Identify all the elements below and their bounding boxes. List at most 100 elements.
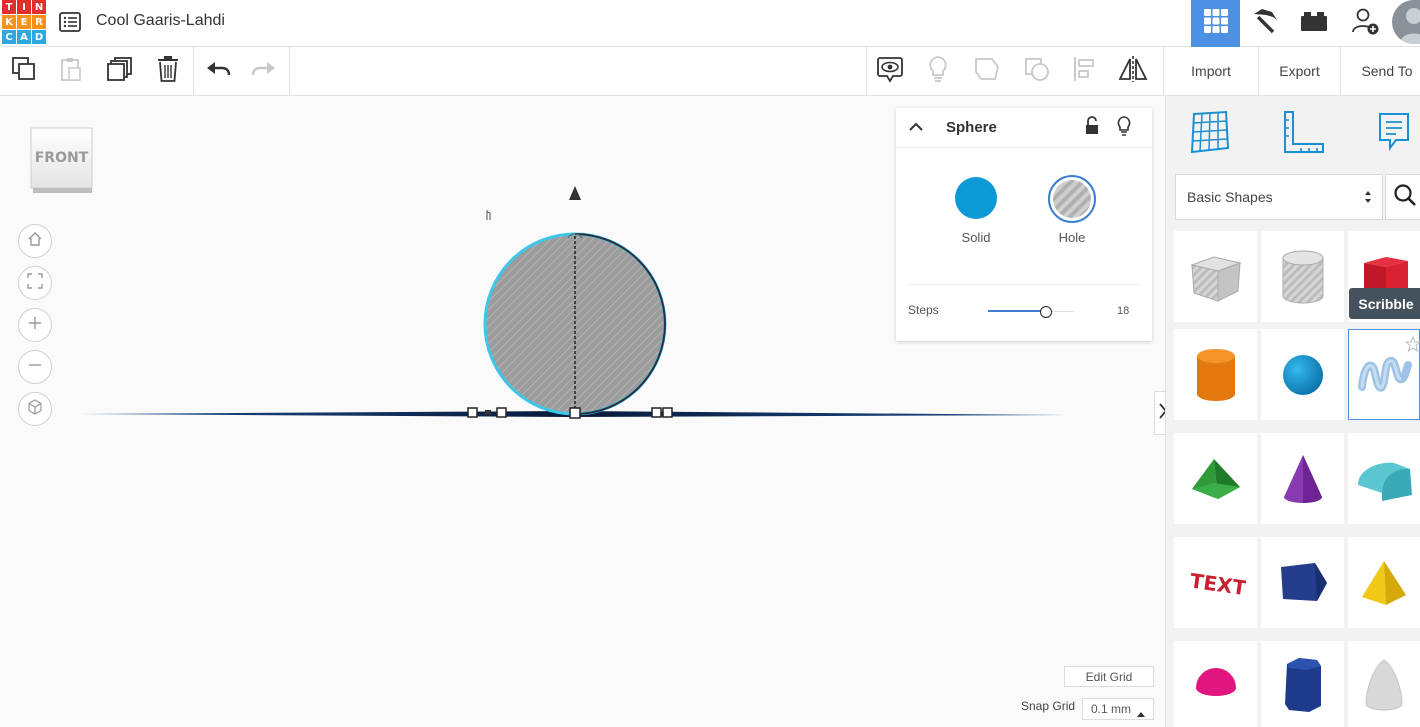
logo-letter: C	[2, 30, 16, 44]
bricks-view-button[interactable]	[1289, 0, 1338, 47]
duplicate-button[interactable]	[104, 55, 136, 87]
design-title[interactable]: Cool Gaaris-Lahdi	[96, 12, 225, 30]
shape-sphere[interactable]	[1261, 329, 1344, 420]
slider-knob[interactable]	[1039, 306, 1052, 318]
align-icon	[1072, 55, 1098, 88]
logo-letter: A	[17, 30, 31, 44]
logo-letter: K	[2, 15, 16, 29]
category-label: Basic Shapes	[1187, 189, 1273, 205]
grid-icon	[1203, 8, 1229, 39]
3d-design-view-button[interactable]	[1191, 0, 1240, 47]
snap-grid-label: Snap Grid	[1021, 699, 1076, 713]
resize-handle	[662, 407, 673, 418]
align-button[interactable]	[1069, 55, 1101, 87]
copy-button[interactable]	[8, 55, 40, 87]
paste-icon	[59, 56, 83, 87]
shape-text[interactable]: TEXT	[1174, 537, 1257, 628]
favorite-star-icon[interactable]	[1404, 335, 1420, 357]
search-shapes-button[interactable]	[1385, 174, 1420, 220]
shape-half-sphere[interactable]	[1174, 641, 1257, 727]
lift-handle	[569, 186, 581, 200]
shape-paraboloid[interactable]	[1348, 641, 1420, 727]
svg-text:TEXT: TEXT	[1188, 568, 1246, 600]
solid-label: Solid	[961, 230, 991, 245]
notes-tool-button[interactable]	[874, 55, 906, 87]
mirror-button[interactable]	[1117, 55, 1149, 87]
pickaxe-icon	[1250, 6, 1280, 41]
sort-arrows-icon	[1364, 189, 1372, 208]
shape-cylinder-hole[interactable]	[1261, 231, 1344, 322]
lightbulb-icon[interactable]	[1116, 115, 1132, 142]
notes-panel-button[interactable]	[1370, 110, 1418, 158]
mirror-icon	[1118, 55, 1148, 88]
minecraft-view-button[interactable]	[1240, 0, 1289, 47]
avatar[interactable]	[1392, 0, 1420, 44]
note-icon	[1376, 110, 1412, 159]
search-icon	[1393, 183, 1417, 212]
caret-up-icon	[1137, 706, 1145, 720]
undo-button[interactable]	[202, 55, 234, 87]
undo-icon	[205, 59, 231, 84]
hole-label: Hole	[1058, 230, 1086, 245]
eye-speech-icon	[876, 55, 904, 88]
send-to-button[interactable]: Send To	[1341, 47, 1420, 95]
copy-icon	[11, 56, 37, 87]
brick-icon	[1300, 10, 1328, 37]
workplane-icon	[1188, 110, 1232, 159]
shape-polygon[interactable]	[1261, 537, 1344, 628]
workplane-tool-button[interactable]	[1186, 110, 1234, 158]
collapse-inspector-icon[interactable]	[908, 120, 924, 139]
resize-handle	[496, 407, 507, 418]
inspector-title: Sphere	[946, 119, 997, 136]
invite-user-button[interactable]	[1340, 0, 1389, 47]
snap-grid-select[interactable]: 0.1 mm	[1082, 698, 1154, 720]
ungroup-icon	[1023, 55, 1051, 88]
ruler-tool-button[interactable]	[1279, 110, 1327, 158]
steps-value: 18	[1117, 305, 1130, 317]
design-list-icon[interactable]	[58, 10, 82, 34]
shape-cylinder[interactable]	[1174, 329, 1257, 420]
ungroup-button[interactable]	[1021, 55, 1053, 87]
snap-grid-value: 0.1 mm	[1091, 702, 1132, 716]
logo-letter: R	[32, 15, 46, 29]
logo-letter: N	[32, 0, 46, 14]
shape-tooltip: Scribble	[1349, 288, 1420, 319]
lock-icon[interactable]	[1084, 116, 1100, 141]
redo-icon	[251, 59, 277, 84]
tinkercad-logo[interactable]: T I N K E R C A D	[2, 0, 46, 44]
edit-grid-button[interactable]: Edit Grid	[1064, 666, 1154, 687]
delete-button[interactable]	[152, 55, 184, 87]
duplicate-icon	[106, 56, 134, 87]
paste-button[interactable]	[55, 55, 87, 87]
shape-pyramid[interactable]	[1348, 537, 1420, 628]
ruler-icon	[1281, 110, 1325, 159]
logo-letter: I	[17, 0, 31, 14]
export-button[interactable]: Export	[1259, 47, 1340, 95]
trash-icon	[156, 55, 180, 88]
resize-handle	[467, 407, 478, 418]
logo-letter: T	[2, 0, 16, 14]
shape-round-roof[interactable]	[1348, 433, 1420, 524]
logo-letter: E	[17, 15, 31, 29]
logo-letter: D	[32, 30, 46, 44]
shape-scribble[interactable]	[1348, 329, 1420, 420]
steps-slider[interactable]	[988, 306, 1074, 318]
group-icon	[973, 55, 1001, 88]
resize-handle	[651, 407, 662, 418]
lightbulb-icon	[927, 55, 949, 88]
shape-inspector: Sphere Solid Hole Steps 18	[896, 108, 1152, 341]
import-button[interactable]: Import	[1164, 47, 1258, 95]
shape-hexagonal-prism[interactable]	[1261, 641, 1344, 727]
group-button[interactable]	[971, 55, 1003, 87]
solid-option[interactable]	[955, 177, 997, 219]
add-user-icon	[1350, 6, 1380, 41]
top-bar: T I N K E R C A D Cool Gaaris-Lahdi	[0, 0, 1420, 47]
redo-button[interactable]	[248, 55, 280, 87]
shape-cone[interactable]	[1261, 433, 1344, 524]
shape-box-hole[interactable]	[1174, 231, 1257, 322]
toggle-visibility-button[interactable]	[922, 55, 954, 87]
resize-handle	[569, 407, 581, 419]
shape-roof[interactable]	[1174, 433, 1257, 524]
hole-option[interactable]	[1048, 175, 1096, 223]
shape-category-select[interactable]: Basic Shapes	[1175, 174, 1383, 220]
